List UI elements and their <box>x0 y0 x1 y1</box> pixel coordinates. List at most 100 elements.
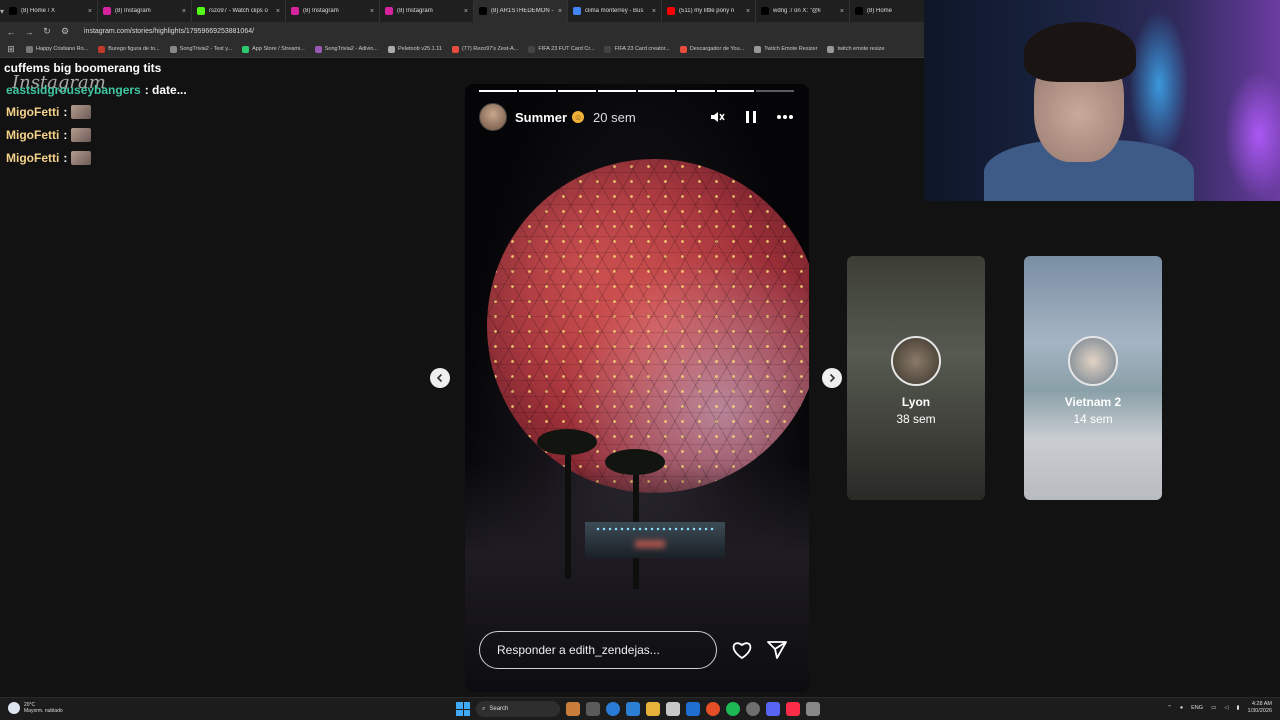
progress-segment <box>716 90 755 92</box>
apps-icon[interactable]: ⊞ <box>6 44 16 55</box>
explorer-icon[interactable] <box>646 702 660 716</box>
bookmark-favicon-icon <box>604 45 612 53</box>
obs-icon[interactable] <box>746 702 760 716</box>
highlight-preview[interactable]: Lyon 38 sem <box>847 256 985 500</box>
app-icon[interactable] <box>806 702 820 716</box>
forward-icon[interactable]: → <box>24 27 34 37</box>
story-avatar[interactable] <box>479 103 507 131</box>
story-viewer[interactable] <box>465 84 809 692</box>
send-icon[interactable] <box>766 640 788 660</box>
close-icon[interactable]: × <box>840 8 844 15</box>
bookmark-item[interactable]: SongTrivia2 - Test y... <box>169 45 232 53</box>
spotify-icon[interactable] <box>726 702 740 716</box>
tab-favicon-icon <box>761 7 770 15</box>
bookmark-item[interactable]: Burego figura de to... <box>98 45 160 53</box>
url-field[interactable]: instagram.com/stories/highlights/1795966… <box>84 28 254 35</box>
browser-tab[interactable]: wdng :/ on X: "@li × <box>756 0 851 22</box>
pause-icon[interactable] <box>742 108 760 126</box>
reply-input[interactable]: Responder a edith_zendejas... <box>479 631 717 669</box>
close-icon[interactable]: × <box>88 8 92 15</box>
bookmark-item[interactable]: Twitch Emote Resizer <box>754 45 818 53</box>
mute-icon[interactable] <box>708 108 726 126</box>
story-photo-glow <box>635 540 665 548</box>
battery-icon[interactable]: ▮ <box>1237 705 1240 711</box>
language[interactable]: ENG <box>1191 705 1203 711</box>
back-icon[interactable]: ← <box>6 27 16 37</box>
chat-user: MigoFetti <box>6 105 60 119</box>
chat-user: eastsidgrouseybangers <box>6 83 141 97</box>
story-username[interactable]: Summer <box>515 110 567 125</box>
bookmark-item[interactable]: SongTrivia2 - Adivin... <box>314 45 378 53</box>
previous-story-icon[interactable] <box>430 368 450 388</box>
chevron-up-icon[interactable]: ⌃ <box>1167 705 1172 711</box>
network-icon[interactable]: ▭ <box>1211 705 1216 711</box>
close-icon[interactable]: × <box>746 8 750 15</box>
bookmark-item[interactable]: twitch emote resize <box>827 45 885 53</box>
close-icon[interactable]: × <box>370 8 374 15</box>
bookmark-item[interactable]: App Store / Streami... <box>242 45 305 53</box>
bookmark-favicon-icon <box>388 45 396 53</box>
bookmark-label: App Store / Streami... <box>252 46 305 52</box>
bookmark-item[interactable]: Happy Cristiano Ro... <box>26 45 88 53</box>
browser-tab[interactable]: (8) Instagram × <box>98 0 193 22</box>
bookmark-item[interactable]: (77) Rezo97's Zest-A... <box>451 45 518 53</box>
app-icon[interactable] <box>566 702 580 716</box>
browser-tab[interactable]: rszo97 - Watch clips o × <box>192 0 287 22</box>
taskbar-search[interactable]: ⌕ Search <box>476 701 560 717</box>
tab-title: (8) Home / X <box>21 8 56 14</box>
chat-line: MigoFetti : <box>6 105 92 119</box>
tab-title: (8) Instagram <box>115 8 151 14</box>
discord-icon[interactable] <box>766 702 780 716</box>
store-icon[interactable] <box>626 702 640 716</box>
bookmark-label: FIFA 23 FUT Card Cr... <box>538 46 595 52</box>
palm-tree <box>537 429 597 455</box>
tab-title: wdng :/ on X: "@li <box>773 8 821 14</box>
tab-favicon-icon <box>479 7 488 15</box>
site-info-icon[interactable]: ⚙ <box>60 26 70 37</box>
close-icon[interactable]: × <box>464 8 468 15</box>
tab-title: (8) Instagram <box>397 8 433 14</box>
weather-widget[interactable]: 20°C Mayorm. nublado <box>8 702 63 714</box>
start-icon[interactable] <box>456 702 470 716</box>
mail-icon[interactable] <box>686 702 700 716</box>
more-options-icon[interactable] <box>776 108 794 126</box>
volume-icon[interactable]: ◁ <box>1224 705 1228 711</box>
close-icon[interactable]: × <box>182 8 186 15</box>
reload-icon[interactable]: ↻ <box>42 26 52 37</box>
bookmark-favicon-icon <box>314 45 322 53</box>
music-icon[interactable] <box>786 702 800 716</box>
clock[interactable]: 4:28 AM 1/30/2026 <box>1248 701 1272 715</box>
browser-tab-strip: ▾ (8) Home / X × (8) Instagram × rszo97 - Wa… <box>0 0 945 22</box>
tab-title: (8) Home <box>867 8 893 14</box>
chrome-icon[interactable] <box>706 702 720 716</box>
edge-icon[interactable] <box>606 702 620 716</box>
mic-icon[interactable]: ● <box>1180 705 1183 711</box>
close-icon[interactable]: × <box>558 8 562 15</box>
story-header: Summer ☺ 20 sem <box>479 103 794 131</box>
bookmark-favicon-icon <box>754 45 762 53</box>
highlight-time: 38 sem <box>896 412 936 426</box>
bookmark-label: twitch emote resize <box>837 46 885 52</box>
close-icon[interactable]: × <box>276 8 280 15</box>
browser-tab[interactable]: (8) Home / X × <box>4 0 99 22</box>
bookmark-item[interactable]: FIFA 23 Card creator... <box>604 45 670 53</box>
browser-tab[interactable]: (8) Instagram × <box>286 0 381 22</box>
bookmark-item[interactable]: FIFA 23 FUT Card Cr... <box>528 45 595 53</box>
next-story-icon[interactable] <box>822 368 842 388</box>
app-icon[interactable] <box>666 702 680 716</box>
bookmark-label: Twitch Emote Resizer <box>764 46 818 52</box>
heart-icon[interactable] <box>731 640 753 660</box>
browser-tab[interactable]: (8) AR1STHEDEMON - × <box>474 0 569 22</box>
browser-tab[interactable]: (8) Instagram × <box>380 0 475 22</box>
bookmark-item[interactable]: Descargador de You... <box>679 45 744 53</box>
bookmark-item[interactable]: Peletoob v25.1.11 <box>388 45 442 53</box>
story-photo-sphere <box>487 159 809 493</box>
chat-emote <box>71 151 92 165</box>
browser-tab[interactable]: clima monterrey - Bus × <box>568 0 663 22</box>
task-view-icon[interactable] <box>586 702 600 716</box>
highlight-avatar <box>1068 336 1118 386</box>
highlight-preview[interactable]: Vietnam 2 14 sem <box>1024 256 1162 500</box>
browser-tab[interactable]: (511) my little pony n × <box>662 0 757 22</box>
close-icon[interactable]: × <box>652 8 656 15</box>
clock-time: 4:28 AM <box>1251 701 1272 707</box>
